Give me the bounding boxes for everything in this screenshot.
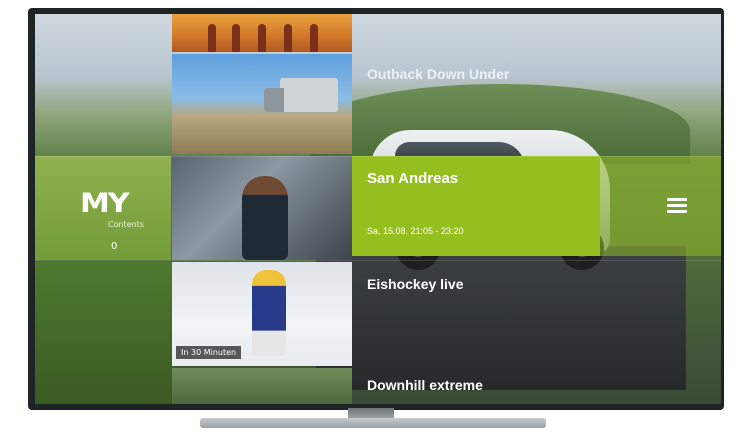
thumbnail-san-andreas[interactable]	[172, 156, 352, 260]
hamburger-menu-icon[interactable]	[667, 198, 687, 214]
row-divider	[35, 260, 721, 261]
background-road	[316, 246, 686, 390]
program-title[interactable]: Eishockey live	[367, 276, 464, 292]
background-field	[35, 262, 175, 404]
actor-figure	[242, 176, 288, 260]
program-title[interactable]: Outback Down Under	[367, 66, 509, 82]
runner-figure	[310, 24, 318, 52]
tv-stand-neck	[348, 408, 394, 418]
menu-strip	[600, 156, 721, 256]
my-count: 0	[111, 241, 118, 252]
thumbnail-downhill[interactable]	[172, 368, 352, 404]
truck-trailer	[280, 78, 338, 112]
thumbnail-outback[interactable]	[172, 54, 352, 154]
runner-figure	[284, 24, 292, 52]
hockey-player-figure	[252, 270, 286, 356]
runner-figure	[208, 24, 216, 52]
my-subtitle: Contents	[108, 220, 144, 229]
starts-in-badge: In 30 Minuten	[176, 346, 242, 359]
my-logo: MY	[80, 187, 130, 220]
row-divider	[35, 156, 721, 157]
tv-stand-base	[200, 418, 546, 428]
program-title[interactable]: Downhill extreme	[367, 377, 483, 393]
program-time: Sa, 15.08. 21:05 - 23:20	[367, 226, 464, 236]
thumbnail-runners[interactable]	[172, 14, 352, 52]
runner-figure	[232, 24, 240, 52]
truck-cab	[264, 88, 284, 112]
program-title-selected[interactable]: San Andreas	[367, 170, 458, 187]
runner-figure	[258, 24, 266, 52]
